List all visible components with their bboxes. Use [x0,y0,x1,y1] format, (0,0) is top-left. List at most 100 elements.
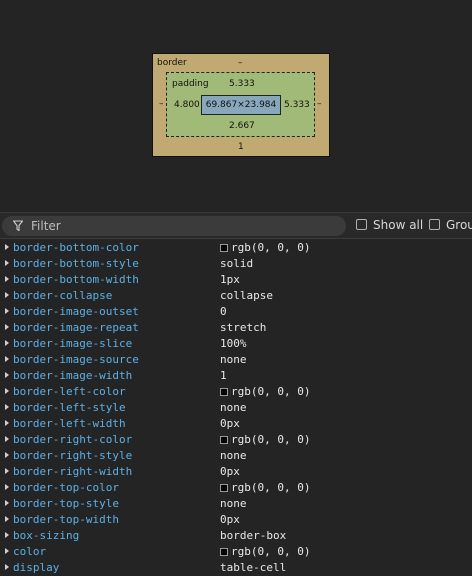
property-row[interactable]: border-top-width 0px [0,512,472,528]
filter-icon [13,220,23,232]
property-name: border-top-style [13,497,119,510]
property-row[interactable]: border-right-style none [0,448,472,464]
property-row[interactable]: box-sizing border-box [0,528,472,544]
property-value: border-box [220,529,287,542]
property-name: border-left-color [13,385,126,398]
box-model-content[interactable]: 69.867×23.984 [201,95,281,115]
expand-triangle-icon[interactable] [5,372,9,378]
property-row[interactable]: border-image-source none [0,352,472,368]
expand-triangle-icon[interactable] [5,292,9,298]
property-name: border-image-source [13,353,139,366]
property-row[interactable]: border-left-style none [0,400,472,416]
property-value: rgb(0, 0, 0) [220,433,310,447]
property-name: border-left-width [13,417,126,430]
property-row[interactable]: display table-cell [0,560,472,576]
show-all-label[interactable]: Show all [373,218,423,232]
property-row[interactable]: border-top-color rgb(0, 0, 0) [0,480,472,496]
property-name: border-bottom-style [13,257,139,270]
property-row[interactable]: border-image-repeat stretch [0,320,472,336]
border-top-value[interactable]: – [238,58,243,69]
expand-triangle-icon[interactable] [5,260,9,266]
color-swatch[interactable] [220,244,228,252]
expand-triangle-icon[interactable] [5,516,9,522]
property-row[interactable]: border-right-color rgb(0, 0, 0) [0,432,472,448]
property-row[interactable]: border-left-color rgb(0, 0, 0) [0,384,472,400]
expand-triangle-icon[interactable] [5,452,9,458]
property-name: border-top-width [13,513,119,526]
property-value: rgb(0, 0, 0) [220,241,310,255]
property-name: border-bottom-color [13,241,139,254]
property-value: table-cell [220,561,287,574]
property-row[interactable]: border-right-width 0px [0,464,472,480]
property-name: box-sizing [13,529,80,542]
property-value-text: rgb(0, 0, 0) [231,481,311,494]
expand-triangle-icon[interactable] [5,308,9,314]
property-row[interactable]: border-left-width 0px [0,416,472,432]
property-row[interactable]: border-image-outset 0 [0,304,472,320]
property-value: 1px [220,273,240,286]
expand-triangle-icon[interactable] [5,484,9,490]
property-row[interactable]: border-image-width 1 [0,368,472,384]
border-bottom-value[interactable]: 1 [238,142,244,153]
expand-triangle-icon[interactable] [5,468,9,474]
color-swatch[interactable] [220,436,228,444]
color-swatch[interactable] [220,484,228,492]
property-row[interactable]: border-top-style none [0,496,472,512]
property-name: border-bottom-width [13,273,139,286]
padding-bottom-value[interactable]: 2.667 [229,121,255,132]
margin-left-value[interactable]: – [159,99,164,110]
property-value: stretch [220,321,267,334]
box-model-panel: 69.867×23.984 border – 1 – – padding 5.3… [0,0,472,212]
property-row[interactable]: border-bottom-color rgb(0, 0, 0) [0,240,472,256]
property-value: rgb(0, 0, 0) [220,545,310,559]
color-swatch[interactable] [220,548,228,556]
property-row[interactable]: border-bottom-style solid [0,256,472,272]
show-all-checkbox[interactable] [356,219,367,230]
property-name: border-top-color [13,481,119,494]
property-name: color [13,545,47,558]
property-name: border-right-color [13,433,133,446]
property-name: display [13,561,60,574]
color-swatch[interactable] [220,388,228,396]
property-value-text: rgb(0, 0, 0) [231,545,311,558]
filter-input[interactable]: Filter [2,216,346,236]
expand-triangle-icon[interactable] [5,548,9,554]
property-value: none [220,353,247,366]
expand-triangle-icon[interactable] [5,244,9,250]
property-value: collapse [220,289,273,302]
margin-right-value[interactable]: – [317,99,322,110]
expand-triangle-icon[interactable] [5,388,9,394]
padding-left-value[interactable]: 4.800 [174,100,200,111]
padding-right-value[interactable]: 5.333 [284,100,310,111]
property-value: 100% [220,337,247,350]
expand-triangle-icon[interactable] [5,500,9,506]
property-name: border-right-style [13,449,133,462]
property-row[interactable]: border-bottom-width 1px [0,272,472,288]
property-row[interactable]: border-image-slice 100% [0,336,472,352]
expand-triangle-icon[interactable] [5,404,9,410]
property-row[interactable]: color rgb(0, 0, 0) [0,544,472,560]
computed-properties-list: border-bottom-color rgb(0, 0, 0) border-bo… [0,240,472,576]
expand-triangle-icon[interactable] [5,340,9,346]
property-name: border-image-slice [13,337,133,350]
expand-triangle-icon[interactable] [5,324,9,330]
property-name: border-image-outset [13,305,139,318]
padding-top-value[interactable]: 5.333 [229,79,255,90]
expand-triangle-icon[interactable] [5,356,9,362]
property-name: border-right-width [13,465,133,478]
property-value: none [220,449,247,462]
group-checkbox[interactable] [429,219,440,230]
border-label: border [157,58,187,68]
expand-triangle-icon[interactable] [5,436,9,442]
property-row[interactable]: border-collapse collapse [0,288,472,304]
property-value: rgb(0, 0, 0) [220,481,310,495]
expand-triangle-icon[interactable] [5,276,9,282]
group-label[interactable]: Grou [446,218,472,232]
property-name: border-collapse [13,289,113,302]
expand-triangle-icon[interactable] [5,532,9,538]
property-value-text: rgb(0, 0, 0) [231,241,311,254]
expand-triangle-icon[interactable] [5,564,9,570]
expand-triangle-icon[interactable] [5,420,9,426]
property-value: 1 [220,369,227,382]
property-value: 0px [220,417,240,430]
